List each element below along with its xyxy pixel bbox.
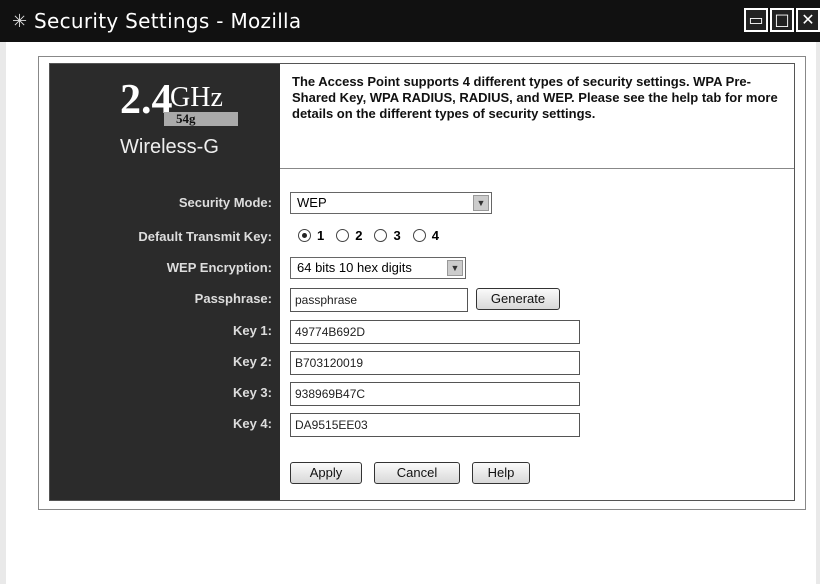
transmit-key-radio-4[interactable]: 4: [412, 228, 439, 243]
browser-window: ✳ Security Settings - Mozilla ▭ □ ✕ 2.4 …: [0, 0, 820, 584]
wep-encryption-select[interactable]: 64 bits 10 hex digits ▼: [290, 257, 466, 279]
key-4-input[interactable]: DA9515EE03: [290, 413, 580, 437]
wireless-g-logo: 2.4 GHz 54g Wireless-G: [120, 76, 270, 158]
settings-panel: 2.4 GHz 54g Wireless-G The Access Point …: [49, 63, 795, 501]
transmit-key-radio-1[interactable]: 1: [298, 228, 324, 243]
title-bar: ✳ Security Settings - Mozilla ▭ □ ✕: [0, 0, 820, 42]
passphrase-input[interactable]: passphrase: [290, 288, 468, 312]
transmit-key-label: Default Transmit Key:: [138, 229, 272, 244]
chevron-down-icon[interactable]: ▼: [473, 195, 489, 211]
chevron-down-icon[interactable]: ▼: [447, 260, 463, 276]
settings-frame: 2.4 GHz 54g Wireless-G The Access Point …: [38, 56, 806, 510]
logo-product: Wireless-G: [120, 136, 219, 158]
wep-encryption-value: 64 bits 10 hex digits: [297, 260, 412, 275]
cancel-button[interactable]: Cancel: [374, 462, 460, 484]
radio-selected-icon[interactable]: [298, 229, 311, 242]
logo-ghz: GHz: [170, 82, 223, 113]
transmit-key-radio-2[interactable]: 2: [336, 228, 362, 243]
left-panel: 2.4 GHz 54g Wireless-G: [50, 64, 280, 500]
radio-label: 3: [393, 228, 401, 243]
logo-badge: 54g: [176, 111, 196, 126]
key-4-label: Key 4:: [232, 416, 272, 431]
window-title: Security Settings - Mozilla: [34, 9, 302, 33]
radio-icon[interactable]: [374, 229, 388, 242]
key-3-label: Key 3:: [232, 385, 272, 400]
minimize-icon[interactable]: ▭: [744, 8, 768, 32]
help-button[interactable]: Help: [472, 462, 530, 484]
divider: [280, 168, 794, 169]
key-2-label: Key 2:: [232, 354, 272, 369]
key-2-input[interactable]: B703120019: [290, 351, 580, 375]
radio-label: 4: [431, 228, 439, 243]
window-controls: ▭ □ ✕: [744, 8, 820, 32]
radio-label: 2: [355, 228, 363, 243]
right-panel: The Access Point supports 4 different ty…: [138, 64, 794, 500]
generate-button[interactable]: Generate: [476, 288, 560, 310]
security-mode-select[interactable]: WEP ▼: [290, 192, 492, 214]
radio-label: 1: [317, 228, 325, 243]
maximize-icon[interactable]: □: [770, 8, 794, 32]
wep-encryption-label: WEP Encryption:: [166, 260, 272, 275]
mozilla-app-icon: ✳: [12, 11, 28, 31]
key-1-label: Key 1:: [232, 323, 272, 338]
radio-icon[interactable]: [336, 229, 350, 242]
radio-icon[interactable]: [412, 229, 426, 242]
key-3-input[interactable]: 938969B47C: [290, 382, 580, 406]
page-content: 2.4 GHz 54g Wireless-G The Access Point …: [6, 42, 816, 584]
key-1-input[interactable]: 49774B692D: [290, 320, 580, 344]
transmit-key-radio-3[interactable]: 3: [374, 228, 401, 243]
transmit-key-radios: 1 2 3 4: [298, 228, 439, 243]
security-mode-label: Security Mode:: [178, 195, 272, 210]
close-icon[interactable]: ✕: [796, 8, 820, 32]
apply-button[interactable]: Apply: [290, 462, 362, 484]
passphrase-label: Passphrase:: [194, 291, 272, 306]
security-description: The Access Point supports 4 different ty…: [292, 74, 778, 121]
security-mode-value: WEP: [297, 195, 327, 210]
